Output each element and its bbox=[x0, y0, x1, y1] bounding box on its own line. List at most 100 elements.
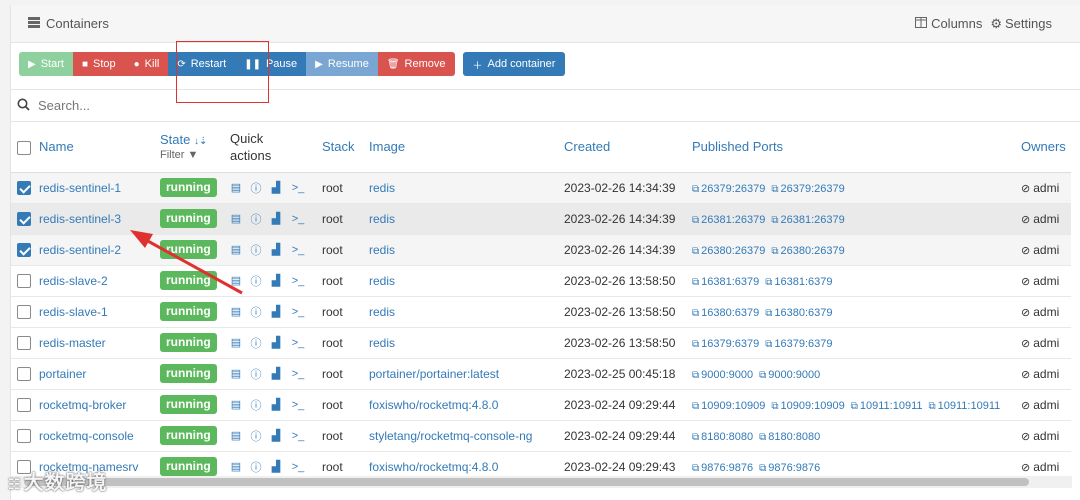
port-link[interactable]: ⧉ 10911:10911 bbox=[851, 400, 923, 412]
port-link[interactable]: ⧉ 10909:10909 bbox=[771, 400, 844, 412]
stats-icon[interactable]: ▟ bbox=[270, 429, 282, 442]
start-button[interactable]: ▶ Start bbox=[19, 52, 73, 76]
logs-icon[interactable]: ▤ bbox=[230, 274, 242, 287]
stats-icon[interactable]: ▟ bbox=[270, 212, 282, 225]
port-link[interactable]: ⧉ 16380:6379 bbox=[765, 307, 832, 319]
column-stack[interactable]: Stack bbox=[316, 122, 363, 173]
select-all-checkbox[interactable] bbox=[17, 140, 31, 155]
logs-icon[interactable]: ▤ bbox=[230, 429, 242, 442]
container-name-link[interactable]: redis-sentinel-1 bbox=[39, 181, 121, 195]
table-row[interactable]: rocketmq-broker running ▤ ⓘ ▟ >_ root foxiswho/… bbox=[11, 389, 1071, 421]
port-link[interactable]: ⧉ 9000:9000 bbox=[759, 369, 820, 381]
console-icon[interactable]: >_ bbox=[290, 306, 306, 318]
stats-icon[interactable]: ▟ bbox=[270, 274, 282, 287]
port-link[interactable]: ⧉ 9876:9876 bbox=[759, 462, 820, 474]
table-row[interactable]: redis-sentinel-3 running ▤ ⓘ ▟ >_ root redis 202… bbox=[11, 203, 1071, 235]
info-icon[interactable]: ⓘ bbox=[250, 366, 262, 382]
logs-icon[interactable]: ▤ bbox=[230, 212, 242, 225]
search-input[interactable]: Search... bbox=[38, 98, 90, 113]
stats-icon[interactable]: ▟ bbox=[270, 243, 282, 256]
pause-button[interactable]: ❚❚ Pause bbox=[235, 52, 307, 76]
stats-icon[interactable]: ▟ bbox=[270, 367, 282, 380]
image-link[interactable]: redis bbox=[369, 274, 395, 288]
logs-icon[interactable]: ▤ bbox=[230, 398, 242, 411]
resume-button[interactable]: ▶ Resume bbox=[306, 52, 378, 76]
stats-icon[interactable]: ▟ bbox=[270, 181, 282, 194]
logs-icon[interactable]: ▤ bbox=[230, 181, 242, 194]
logs-icon[interactable]: ▤ bbox=[230, 336, 242, 349]
table-row[interactable]: rocketmq-console running ▤ ⓘ ▟ >_ root styletan… bbox=[11, 420, 1071, 452]
image-link[interactable]: foxiswho/rocketmq:4.8.0 bbox=[369, 398, 498, 412]
stats-icon[interactable]: ▟ bbox=[270, 336, 282, 349]
container-name-link[interactable]: redis-master bbox=[39, 336, 106, 350]
stats-icon[interactable]: ▟ bbox=[270, 398, 282, 411]
port-link[interactable]: ⧉ 16380:6379 bbox=[692, 307, 759, 319]
image-link[interactable]: portainer/portainer:latest bbox=[369, 367, 499, 381]
console-icon[interactable]: >_ bbox=[290, 182, 306, 194]
image-link[interactable]: foxiswho/rocketmq:4.8.0 bbox=[369, 460, 498, 474]
stats-icon[interactable]: ▟ bbox=[270, 305, 282, 318]
row-checkbox[interactable] bbox=[17, 211, 31, 226]
image-link[interactable]: redis bbox=[369, 212, 395, 226]
image-link[interactable]: styletang/rocketmq-console-ng bbox=[369, 429, 532, 443]
kill-button[interactable]: ● Kill bbox=[124, 52, 169, 76]
restart-button[interactable]: ⟳ Restart bbox=[168, 52, 236, 76]
port-link[interactable]: ⧉ 16381:6379 bbox=[692, 276, 759, 288]
columns-button[interactable]: Columns bbox=[915, 16, 982, 31]
stop-button[interactable]: ■ Stop bbox=[72, 52, 125, 76]
state-sort-label[interactable]: State ↓⇣ bbox=[160, 132, 207, 147]
image-link[interactable]: redis bbox=[369, 243, 395, 257]
port-link[interactable]: ⧉ 9000:9000 bbox=[692, 369, 753, 381]
container-name-link[interactable]: redis-slave-2 bbox=[39, 274, 108, 288]
port-link[interactable]: ⧉ 26379:26379 bbox=[771, 183, 844, 195]
row-checkbox[interactable] bbox=[17, 180, 31, 195]
port-link[interactable]: ⧉ 26379:26379 bbox=[692, 183, 765, 195]
port-link[interactable]: ⧉ 16381:6379 bbox=[765, 276, 832, 288]
port-link[interactable]: ⧉ 26381:26379 bbox=[771, 214, 844, 226]
table-row[interactable]: redis-sentinel-2 running ▤ ⓘ ▟ >_ root redis 202… bbox=[11, 234, 1071, 266]
logs-icon[interactable]: ▤ bbox=[230, 367, 242, 380]
port-link[interactable]: ⧉ 8180:8080 bbox=[692, 431, 753, 443]
console-icon[interactable]: >_ bbox=[290, 368, 306, 380]
search-bar[interactable]: Search... bbox=[11, 89, 1080, 122]
console-icon[interactable]: >_ bbox=[290, 430, 306, 442]
row-checkbox[interactable] bbox=[17, 428, 31, 443]
port-link[interactable]: ⧉ 10911:10911 bbox=[929, 400, 1001, 412]
row-checkbox[interactable] bbox=[17, 397, 31, 412]
image-link[interactable]: redis bbox=[369, 305, 395, 319]
info-icon[interactable]: ⓘ bbox=[250, 211, 262, 227]
column-image[interactable]: Image bbox=[363, 122, 558, 173]
column-published-ports[interactable]: Published Ports bbox=[686, 122, 1015, 173]
port-link[interactable]: ⧉ 16379:6379 bbox=[692, 338, 759, 350]
container-name-link[interactable]: redis-sentinel-3 bbox=[39, 212, 121, 226]
image-link[interactable]: redis bbox=[369, 336, 395, 350]
port-link[interactable]: ⧉ 26380:26379 bbox=[771, 245, 844, 257]
port-link[interactable]: ⧉ 10909:10909 bbox=[692, 400, 765, 412]
row-checkbox[interactable] bbox=[17, 366, 31, 381]
scrollbar-thumb[interactable] bbox=[24, 478, 1029, 486]
info-icon[interactable]: ⓘ bbox=[250, 242, 262, 258]
console-icon[interactable]: >_ bbox=[290, 337, 306, 349]
info-icon[interactable]: ⓘ bbox=[250, 180, 262, 196]
container-name-link[interactable]: portainer bbox=[39, 367, 86, 381]
container-name-link[interactable]: redis-sentinel-2 bbox=[39, 243, 121, 257]
horizontal-scrollbar[interactable] bbox=[10, 476, 1072, 488]
container-name-link[interactable]: rocketmq-broker bbox=[39, 398, 126, 412]
table-row[interactable]: redis-master running ▤ ⓘ ▟ >_ root redis 2023-02… bbox=[11, 327, 1071, 359]
stats-icon[interactable]: ▟ bbox=[270, 460, 282, 473]
image-link[interactable]: redis bbox=[369, 181, 395, 195]
port-link[interactable]: ⧉ 26380:26379 bbox=[692, 245, 765, 257]
console-icon[interactable]: >_ bbox=[290, 461, 306, 473]
info-icon[interactable]: ⓘ bbox=[250, 335, 262, 351]
port-link[interactable]: ⧉ 26381:26379 bbox=[692, 214, 765, 226]
console-icon[interactable]: >_ bbox=[290, 275, 306, 287]
column-owners[interactable]: Owners bbox=[1015, 122, 1071, 173]
row-checkbox[interactable] bbox=[17, 242, 31, 257]
container-name-link[interactable]: rocketmq-console bbox=[39, 429, 134, 443]
table-row[interactable]: portainer running ▤ ⓘ ▟ >_ root portainer/porta… bbox=[11, 358, 1071, 390]
info-icon[interactable]: ⓘ bbox=[250, 397, 262, 413]
console-icon[interactable]: >_ bbox=[290, 244, 306, 256]
add-container-button[interactable]: ＋ Add container bbox=[462, 52, 566, 76]
column-created[interactable]: Created bbox=[558, 122, 686, 173]
row-checkbox[interactable] bbox=[17, 273, 31, 288]
